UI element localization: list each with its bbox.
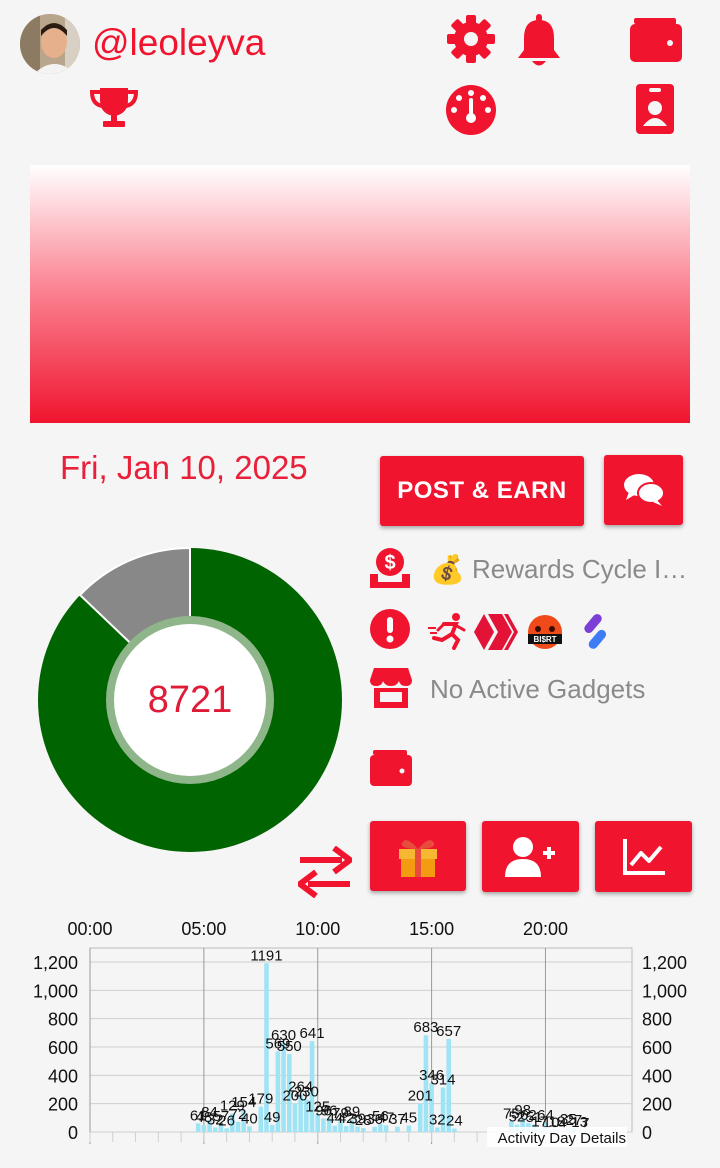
chat-button[interactable] bbox=[604, 455, 683, 525]
activity-bar bbox=[292, 1103, 298, 1132]
y-tick-label-left: 0 bbox=[68, 1123, 78, 1143]
bar-value-label: 49 bbox=[264, 1109, 281, 1126]
chat-bubbles-icon bbox=[623, 474, 665, 506]
points-value: 8721 bbox=[147, 678, 233, 721]
y-tick-label-left: 1,200 bbox=[33, 953, 78, 973]
x-tick-label: 05:00 bbox=[181, 919, 226, 939]
bar-value-label: 201 bbox=[408, 1088, 433, 1105]
activity-bar bbox=[269, 1125, 275, 1132]
app-screen: @leoleyva Fri, Jan 10, 2025 POST & EARN … bbox=[0, 0, 720, 1168]
gadget-app-icon[interactable] bbox=[582, 614, 608, 650]
activity-bar bbox=[417, 1103, 423, 1132]
gadgets-status-text: No Active Gadgets bbox=[430, 674, 646, 704]
gift-button[interactable] bbox=[370, 821, 466, 891]
activity-bar bbox=[235, 1121, 241, 1132]
banner-gradient bbox=[30, 165, 690, 423]
y-tick-label-right: 1,000 bbox=[642, 981, 687, 1001]
y-tick-label-left: 1,000 bbox=[33, 981, 78, 1001]
bar-value-label: 24 bbox=[446, 1113, 463, 1130]
y-tick-label-right: 1,200 bbox=[642, 953, 687, 973]
y-tick-label-right: 400 bbox=[642, 1066, 672, 1086]
post-and-earn-button[interactable]: POST & EARN bbox=[380, 456, 584, 526]
line-chart-icon bbox=[622, 838, 665, 875]
bar-value-label: 550 bbox=[277, 1038, 302, 1055]
activity-bar-chart: 6148843257261297215440179119149569630550… bbox=[33, 919, 687, 1147]
bar-value-label: 32 bbox=[429, 1111, 446, 1128]
id-badge-icon[interactable] bbox=[636, 84, 674, 134]
bar-value-label: 683 bbox=[413, 1019, 438, 1036]
y-tick-label-left: 600 bbox=[48, 1038, 78, 1058]
x-tick-label: 00:00 bbox=[67, 919, 112, 939]
svg-text:$: $ bbox=[384, 552, 395, 574]
bar-value-label: 40 bbox=[241, 1110, 258, 1127]
store-icon[interactable] bbox=[370, 668, 412, 708]
username[interactable]: @leoleyva bbox=[92, 20, 265, 66]
trophy-icon[interactable] bbox=[90, 86, 138, 128]
dollar-hand-icon[interactable]: $ bbox=[368, 548, 412, 590]
y-tick-label-right: 200 bbox=[642, 1095, 672, 1115]
y-tick-label-right: 0 bbox=[642, 1123, 652, 1143]
bisrt-badge-label: BI$RT bbox=[533, 635, 556, 644]
y-tick-label-right: 800 bbox=[642, 1010, 672, 1030]
gift-icon bbox=[399, 840, 437, 877]
add-user-button[interactable] bbox=[482, 821, 579, 892]
money-bag-icon: 💰 bbox=[430, 554, 465, 585]
stats-chart-button[interactable] bbox=[595, 821, 692, 892]
dashboard-icon[interactable] bbox=[445, 84, 497, 136]
chart-legend: Activity Day Details bbox=[498, 1130, 626, 1147]
activity-bar bbox=[201, 1125, 207, 1132]
bell-icon[interactable] bbox=[516, 14, 562, 70]
y-tick-label-left: 200 bbox=[48, 1095, 78, 1115]
add-user-icon bbox=[504, 836, 555, 877]
y-tick-label-left: 400 bbox=[48, 1066, 78, 1086]
current-date: Fri, Jan 10, 2025 bbox=[60, 449, 308, 486]
bar-value-label: 657 bbox=[436, 1023, 461, 1040]
y-tick-label-left: 800 bbox=[48, 1010, 78, 1030]
avatar[interactable] bbox=[20, 14, 80, 74]
chart-frame bbox=[89, 947, 633, 1133]
activity-bar bbox=[258, 1106, 264, 1132]
hive-logo-icon[interactable] bbox=[474, 614, 518, 650]
y-tick-label-right: 600 bbox=[642, 1038, 672, 1058]
transfer-arrows-icon[interactable] bbox=[298, 846, 352, 898]
x-tick-label: 10:00 bbox=[295, 919, 340, 939]
wallet-icon[interactable] bbox=[630, 16, 682, 62]
bar-value-label: 641 bbox=[300, 1025, 325, 1042]
wallet-small-icon[interactable] bbox=[370, 750, 412, 786]
activity-bar bbox=[321, 1118, 326, 1132]
bar-value-label: 179 bbox=[248, 1091, 273, 1108]
running-person-icon[interactable] bbox=[428, 612, 468, 650]
x-tick-label: 20:00 bbox=[523, 919, 568, 939]
bar-value-label: 314 bbox=[430, 1072, 455, 1089]
alert-icon[interactable] bbox=[369, 608, 411, 650]
post-and-earn-label: POST & EARN bbox=[397, 477, 567, 504]
rewards-cycle-text[interactable]: Rewards Cycle I… bbox=[472, 553, 687, 585]
bisrt-badge-icon[interactable]: BI$RT bbox=[526, 613, 564, 651]
x-tick-label: 15:00 bbox=[409, 919, 454, 939]
gear-icon[interactable] bbox=[446, 14, 496, 64]
bar-value-label: 45 bbox=[400, 1110, 417, 1127]
bar-value-label: 1191 bbox=[250, 947, 282, 964]
